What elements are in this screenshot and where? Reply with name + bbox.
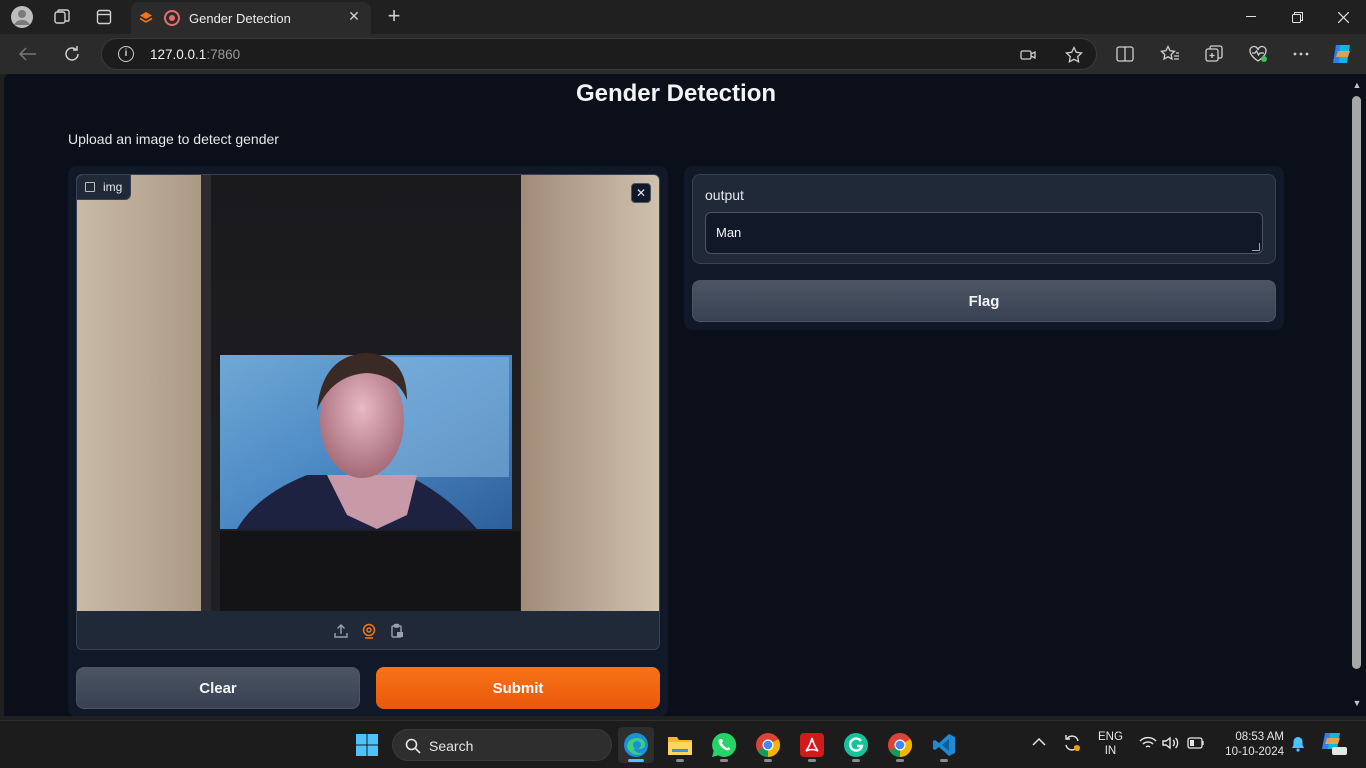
webcam-icon[interactable] xyxy=(360,622,378,640)
more-options-icon[interactable] xyxy=(1289,42,1313,66)
windows-start-icon[interactable] xyxy=(349,727,385,763)
copilot-icon[interactable] xyxy=(1330,42,1354,66)
windows-taskbar: Search ENG IN 08:53 AM 10-10-2024 xyxy=(0,720,1366,768)
tab-close-icon[interactable]: ✕ xyxy=(345,8,363,26)
tab-actions-icon[interactable] xyxy=(91,5,117,29)
site-info-icon[interactable]: i xyxy=(118,46,134,62)
image-input-label: img xyxy=(77,175,132,200)
flag-button[interactable]: Flag xyxy=(692,280,1276,322)
edge-icon[interactable] xyxy=(618,727,654,763)
camera-in-use-icon[interactable] xyxy=(1016,43,1040,67)
copilot-pre-icon[interactable] xyxy=(1320,731,1348,760)
file-explorer-icon[interactable] xyxy=(662,727,698,763)
back-icon[interactable] xyxy=(16,42,40,66)
resize-handle-icon[interactable] xyxy=(1252,243,1260,251)
acrobat-icon[interactable] xyxy=(794,727,830,763)
battery-icon[interactable] xyxy=(1187,737,1205,752)
minimize-icon[interactable] xyxy=(1228,0,1274,34)
scrollbar-thumb[interactable] xyxy=(1352,96,1361,669)
input-panel: img ✕ Clear Submit xyxy=(68,166,668,716)
browser-essentials-icon[interactable] xyxy=(1246,42,1270,66)
grammarly-icon[interactable] xyxy=(838,727,874,763)
close-window-icon[interactable] xyxy=(1320,0,1366,34)
image-input[interactable]: img ✕ xyxy=(76,174,660,650)
split-screen-icon[interactable] xyxy=(1113,42,1137,66)
vscode-icon[interactable] xyxy=(926,727,962,763)
search-label: Search xyxy=(429,738,474,754)
sync-icon[interactable] xyxy=(1062,733,1082,756)
chrome-profile-icon[interactable] xyxy=(882,727,918,763)
clock[interactable]: 08:53 AM 10-10-2024 xyxy=(1216,730,1284,760)
browser-tab-bar: Gender Detection ✕ + xyxy=(0,0,1366,34)
favorites-icon[interactable] xyxy=(1158,42,1182,66)
image-icon xyxy=(85,182,95,192)
recording-indicator-icon xyxy=(164,10,180,26)
new-tab-icon[interactable]: + xyxy=(382,4,406,28)
chrome-icon[interactable] xyxy=(750,727,786,763)
whatsapp-icon[interactable] xyxy=(706,727,742,763)
clear-button[interactable]: Clear xyxy=(76,667,360,709)
uploaded-photo xyxy=(77,175,659,611)
refresh-icon[interactable] xyxy=(60,42,84,66)
wifi-icon[interactable] xyxy=(1139,736,1157,753)
search-icon xyxy=(405,738,421,754)
taskbar-search[interactable]: Search xyxy=(392,729,612,761)
page-title: Gender Detection xyxy=(575,80,777,107)
browser-toolbar: i 127.0.0.1:7860 xyxy=(0,34,1366,74)
output-value: Man xyxy=(716,225,742,240)
scroll-down-icon[interactable]: ▼ xyxy=(1351,698,1363,708)
tab-title: Gender Detection xyxy=(189,11,291,26)
workspaces-icon[interactable] xyxy=(49,5,75,29)
input-language[interactable]: ENG IN xyxy=(1098,730,1123,758)
page-description: Upload an image to detect gender xyxy=(68,131,279,147)
page-scrollbar[interactable]: ▲ ▼ xyxy=(1348,74,1366,716)
output-label: output xyxy=(705,187,744,203)
output-textbox[interactable]: Man xyxy=(705,212,1263,254)
url-text: 127.0.0.1:7860 xyxy=(150,47,241,62)
scroll-up-icon[interactable]: ▲ xyxy=(1351,80,1363,90)
submit-button[interactable]: Submit xyxy=(376,667,660,709)
volume-icon[interactable] xyxy=(1162,736,1180,753)
notification-bell-icon[interactable] xyxy=(1290,736,1306,755)
output-block: output Man xyxy=(692,174,1276,264)
profile-avatar-icon[interactable] xyxy=(9,5,35,29)
image-source-toolbar xyxy=(77,611,659,649)
show-hidden-icons-chevron-icon[interactable] xyxy=(1032,737,1046,750)
upload-icon[interactable] xyxy=(332,622,350,640)
address-bar[interactable]: i 127.0.0.1:7860 xyxy=(101,38,1097,70)
restore-icon[interactable] xyxy=(1274,0,1320,34)
clear-image-close-icon[interactable]: ✕ xyxy=(631,183,651,203)
paste-clipboard-icon[interactable] xyxy=(388,622,406,640)
output-panel: output Man Flag xyxy=(684,166,1284,330)
collections-icon[interactable] xyxy=(1202,42,1226,66)
tab-gender-detection[interactable]: Gender Detection ✕ xyxy=(131,2,371,34)
favorite-star-icon[interactable] xyxy=(1062,43,1086,67)
web-page: Gender Detection Upload an image to dete… xyxy=(4,74,1348,716)
gradio-favicon-icon xyxy=(139,11,153,25)
